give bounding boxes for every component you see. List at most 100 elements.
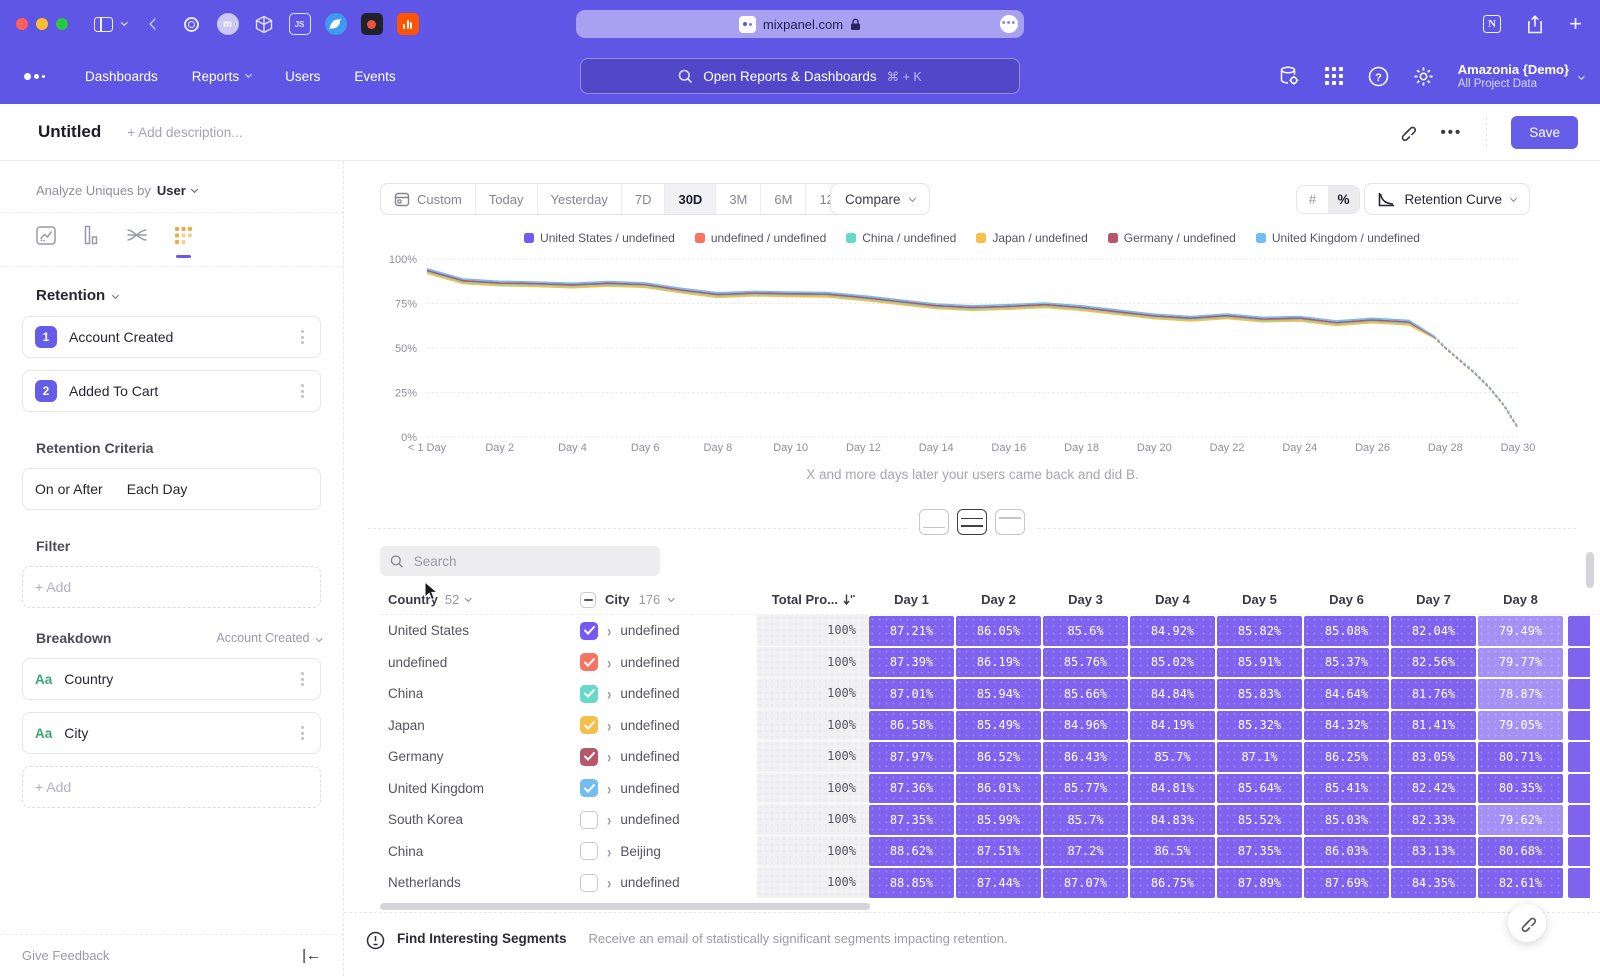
add-filter-button[interactable]: + Add (22, 566, 321, 608)
js-icon[interactable]: JS (289, 13, 311, 35)
soundcloud-icon[interactable] (397, 13, 419, 35)
retention-cell[interactable]: 87.97% (868, 741, 955, 773)
tab-insights-icon[interactable] (36, 226, 56, 256)
share-icon[interactable] (1527, 15, 1543, 34)
expand-row-icon[interactable]: › (607, 842, 611, 862)
retention-cell[interactable]: 85.03% (1303, 804, 1390, 836)
retention-cell[interactable]: 85.52% (1216, 804, 1303, 836)
expand-row-icon[interactable]: › (607, 653, 611, 673)
chart-focus-view-icon[interactable] (919, 509, 949, 535)
expand-row-icon[interactable]: › (607, 716, 611, 736)
retention-cell[interactable]: 85.66% (1042, 678, 1129, 710)
retention-cell[interactable]: 85.91% (1216, 647, 1303, 679)
add-breakdown-button[interactable]: + Add (22, 766, 321, 808)
copy-link-icon[interactable] (1398, 123, 1416, 141)
retention-step-1[interactable]: 1Account Created (22, 316, 321, 358)
more-options-icon[interactable] (297, 326, 308, 348)
retention-cell[interactable]: 86.01% (955, 773, 1042, 805)
retention-cell[interactable]: 86.03% (1303, 836, 1390, 868)
close-button[interactable] (16, 18, 28, 30)
browser-sidebar-icon[interactable] (94, 17, 113, 32)
legend-item[interactable]: undefined / undefined (695, 231, 826, 245)
retention-cell[interactable]: 84.64% (1303, 678, 1390, 710)
analyze-unit-select[interactable]: User (157, 183, 197, 198)
retention-cell[interactable]: 85.32% (1216, 710, 1303, 742)
retention-cell[interactable]: 85.77% (1042, 773, 1129, 805)
series-checkbox[interactable] (580, 779, 598, 797)
retention-cell[interactable]: 86.25% (1303, 741, 1390, 773)
retention-cell[interactable]: 84.83% (1129, 804, 1216, 836)
expand-row-icon[interactable]: › (607, 810, 611, 830)
breakdown-item-country[interactable]: AaCountry (22, 658, 321, 700)
minimize-button[interactable] (36, 18, 48, 30)
url-bar[interactable]: mixpanel.com ••• (576, 10, 1024, 38)
zoom-button[interactable] (56, 18, 68, 30)
retention-cell[interactable]: 87.1% (1216, 741, 1303, 773)
project-selector[interactable]: Amazonia {Demo} All Project Data (1458, 62, 1584, 91)
legend-item[interactable]: Germany / undefined (1108, 231, 1236, 245)
retention-cell[interactable]: 86.75% (1129, 867, 1216, 899)
segments-title[interactable]: Find Interesting Segments (397, 931, 567, 946)
data-settings-icon[interactable] (1278, 65, 1300, 87)
expand-row-icon[interactable]: › (607, 747, 611, 767)
nav-item-events[interactable]: Events (354, 69, 395, 84)
table-search-input[interactable] (412, 553, 650, 570)
tab-flows-icon[interactable] (126, 226, 148, 255)
new-tab-icon[interactable]: + (1569, 15, 1582, 33)
retention-cell[interactable]: 84.32% (1303, 710, 1390, 742)
date-range-yesterday[interactable]: Yesterday (538, 184, 622, 214)
retention-cell[interactable]: 85.02% (1129, 647, 1216, 679)
retention-step-2[interactable]: 2Added To Cart (22, 370, 321, 412)
series-checkbox[interactable] (580, 716, 598, 734)
more-options-icon[interactable] (297, 722, 308, 744)
settings-gear-icon[interactable] (1413, 66, 1434, 87)
retention-cell[interactable]: 88.62% (868, 836, 955, 868)
retention-cell[interactable]: 87.89% (1216, 867, 1303, 899)
table-focus-view-icon[interactable] (995, 509, 1025, 535)
add-description[interactable]: + Add description... (127, 125, 242, 140)
retention-cell[interactable]: 87.35% (868, 804, 955, 836)
day-column-header[interactable]: Day 5 (1216, 585, 1303, 614)
notion-icon[interactable]: N (1483, 15, 1501, 33)
compare-button[interactable]: Compare (830, 183, 930, 215)
chevron-down-icon[interactable] (122, 23, 127, 25)
give-feedback-link[interactable]: Give Feedback (22, 948, 109, 963)
retention-cell[interactable]: 87.35% (1216, 836, 1303, 868)
legend-item[interactable]: United Kingdom / undefined (1256, 231, 1420, 245)
criteria-card[interactable]: On or After Each Day (22, 468, 321, 510)
more-options-icon[interactable] (297, 380, 308, 402)
retention-cell[interactable]: 84.19% (1129, 710, 1216, 742)
retention-cell[interactable]: 84.81% (1129, 773, 1216, 805)
retention-cell[interactable]: 82.04% (1390, 615, 1477, 647)
onepassword-icon[interactable] (181, 13, 203, 35)
more-options-icon[interactable]: ••• (1440, 124, 1462, 141)
back-icon[interactable] (151, 20, 159, 28)
percent-mode-toggle[interactable]: % (1328, 186, 1359, 213)
retention-cell[interactable]: 79.62% (1477, 804, 1564, 836)
series-checkbox[interactable] (580, 685, 598, 703)
retention-cell[interactable]: 79.49% (1477, 615, 1564, 647)
day-column-header[interactable]: Day 3 (1042, 585, 1129, 614)
retention-cell[interactable]: 84.84% (1129, 678, 1216, 710)
retention-cell[interactable]: 82.56% (1390, 647, 1477, 679)
retention-cell[interactable]: 86.19% (955, 647, 1042, 679)
chart-type-select[interactable]: Retention Curve (1364, 183, 1530, 215)
page-settings-icon[interactable]: ••• (1000, 15, 1018, 33)
mixpanel-logo[interactable] (24, 73, 45, 80)
bird-icon[interactable] (325, 13, 347, 35)
retention-cell[interactable]: 82.33% (1390, 804, 1477, 836)
retention-cell[interactable]: 84.96% (1042, 710, 1129, 742)
breakdown-item-city[interactable]: AaCity (22, 712, 321, 754)
day-column-header[interactable]: Day 8 (1477, 585, 1564, 614)
country-column-header[interactable]: Country52 (380, 592, 572, 607)
date-range-today[interactable]: Today (476, 184, 538, 214)
absolute-mode-toggle[interactable]: # (1297, 186, 1328, 213)
retention-cell[interactable]: 79.77% (1477, 647, 1564, 679)
more-options-icon[interactable] (297, 668, 308, 690)
vertical-scrollbar[interactable] (1586, 552, 1594, 588)
day-column-header[interactable]: Day 4 (1129, 585, 1216, 614)
record-icon[interactable] (361, 13, 383, 35)
nav-item-dashboards[interactable]: Dashboards (85, 69, 158, 84)
retention-cell[interactable]: 87.01% (868, 678, 955, 710)
retention-cell[interactable]: 85.49% (955, 710, 1042, 742)
